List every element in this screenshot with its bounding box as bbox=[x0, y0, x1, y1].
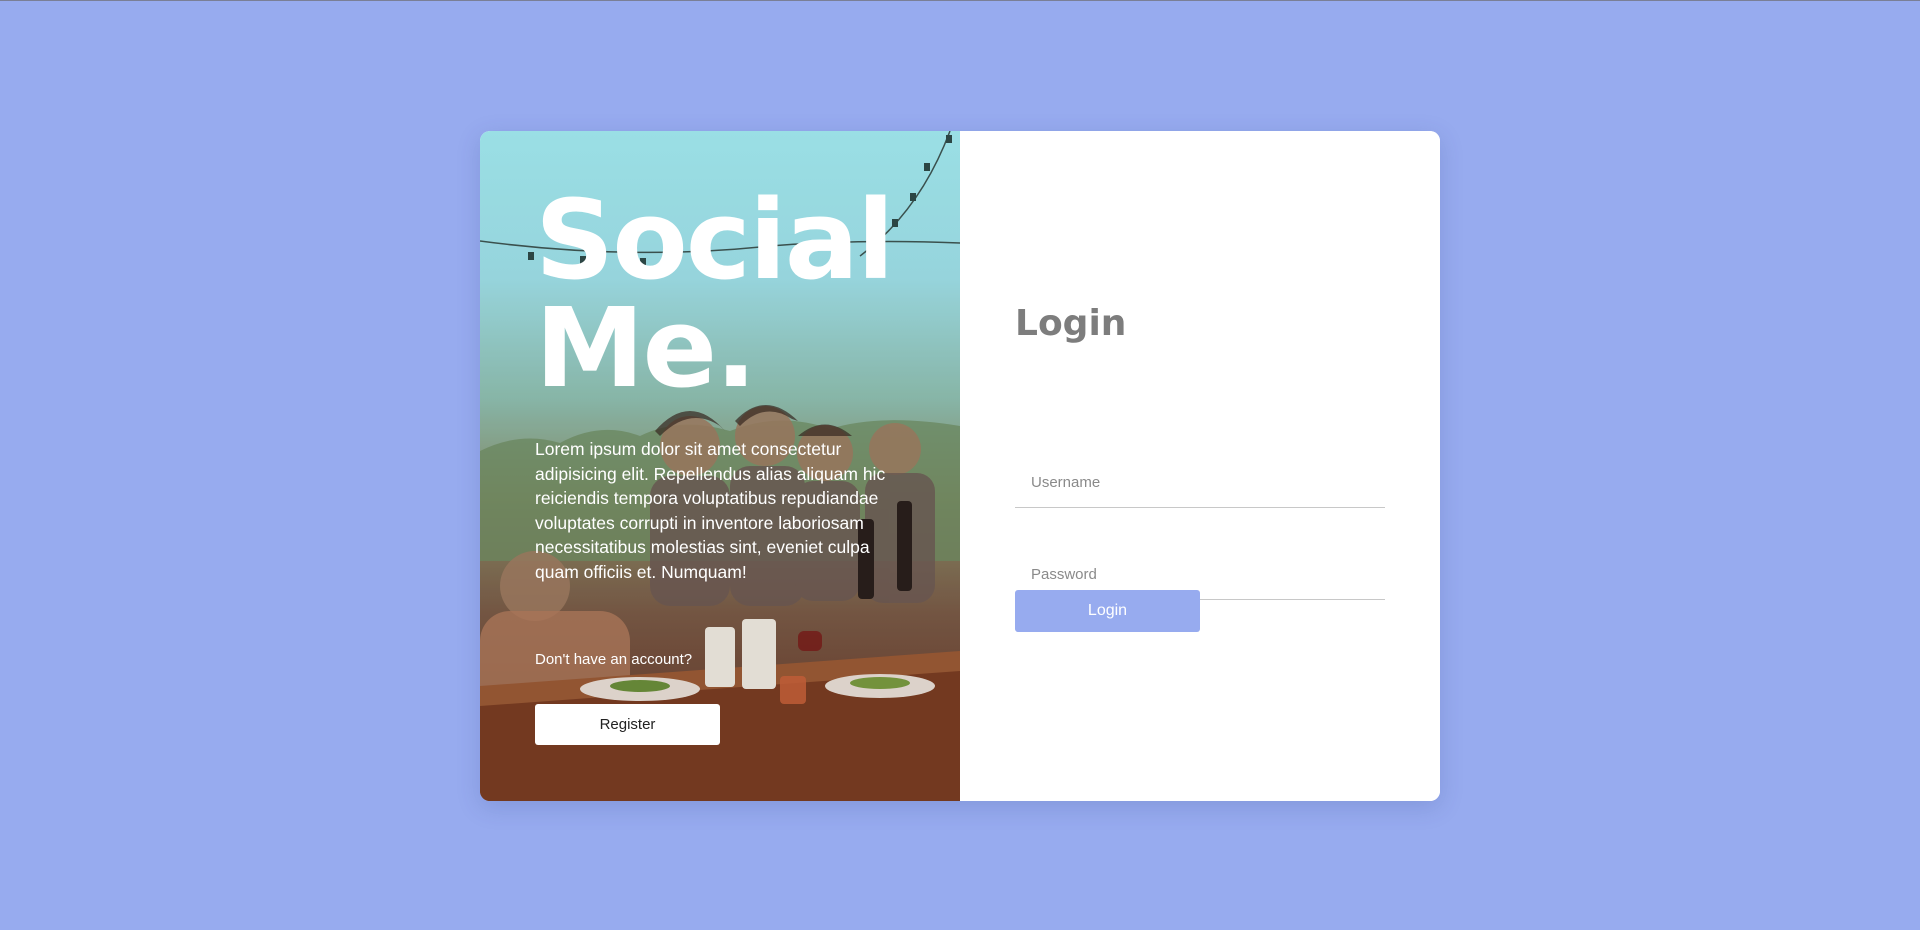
login-title: Login bbox=[1015, 303, 1127, 344]
username-input[interactable] bbox=[1015, 458, 1385, 508]
login-panel: Login Login bbox=[960, 131, 1440, 801]
no-account-text: Don't have an account? bbox=[535, 651, 693, 668]
auth-card: Social Me. Lorem ipsum dolor sit amet co… bbox=[480, 131, 1440, 801]
brand-description: Lorem ipsum dolor sit amet consectetur a… bbox=[535, 439, 886, 582]
register-button[interactable]: Register bbox=[535, 704, 720, 745]
hero-panel: Social Me. Lorem ipsum dolor sit amet co… bbox=[480, 131, 960, 801]
login-button[interactable]: Login bbox=[1015, 590, 1200, 632]
brand-title: Social Me. bbox=[535, 176, 895, 412]
hero-text: Social Me. Lorem ipsum dolor sit amet co… bbox=[535, 176, 915, 584]
